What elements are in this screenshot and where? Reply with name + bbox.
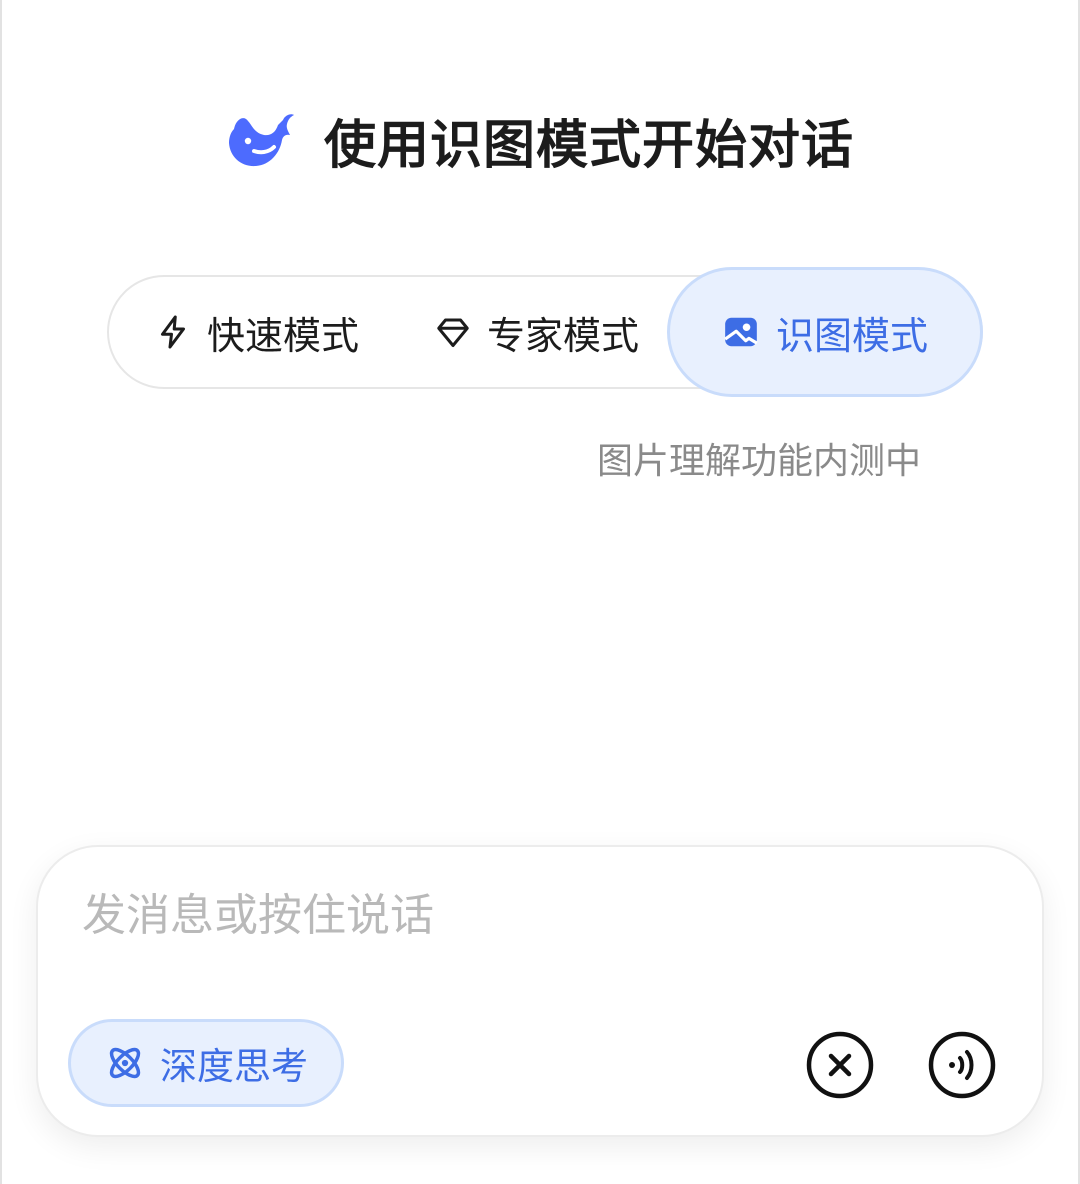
deepseek-whale-icon <box>228 114 294 167</box>
close-circle-icon[interactable] <box>805 1030 875 1100</box>
welcome-header: 使用识图模式开始对话 <box>0 104 1080 176</box>
atom-icon <box>109 1047 141 1079</box>
mode-vision-label: 识图模式 <box>775 313 928 358</box>
message-input[interactable] <box>82 885 982 945</box>
deep-think-label: 深度思考 <box>160 1045 308 1088</box>
lightning-icon <box>161 315 185 349</box>
vision-beta-note: 图片理解功能内测中 <box>597 441 922 482</box>
image-icon <box>724 317 758 347</box>
diamond-icon <box>437 318 469 347</box>
mode-expert-button[interactable]: 专家模式 <box>435 277 639 387</box>
message-composer: 深度思考 <box>36 845 1044 1137</box>
deep-think-toggle[interactable]: 深度思考 <box>68 1019 344 1107</box>
left-edge-divider <box>0 0 2 1184</box>
voice-wave-icon[interactable] <box>927 1030 997 1100</box>
mode-switch: 快速模式 专家模式 识图模式 <box>107 267 983 397</box>
page-title: 使用识图模式开始对话 <box>323 115 854 176</box>
mode-fast-button[interactable]: 快速模式 <box>155 277 359 387</box>
mode-expert-label: 专家模式 <box>487 313 640 358</box>
mode-vision-button[interactable]: 识图模式 <box>667 267 983 397</box>
mode-fast-label: 快速模式 <box>207 313 360 358</box>
